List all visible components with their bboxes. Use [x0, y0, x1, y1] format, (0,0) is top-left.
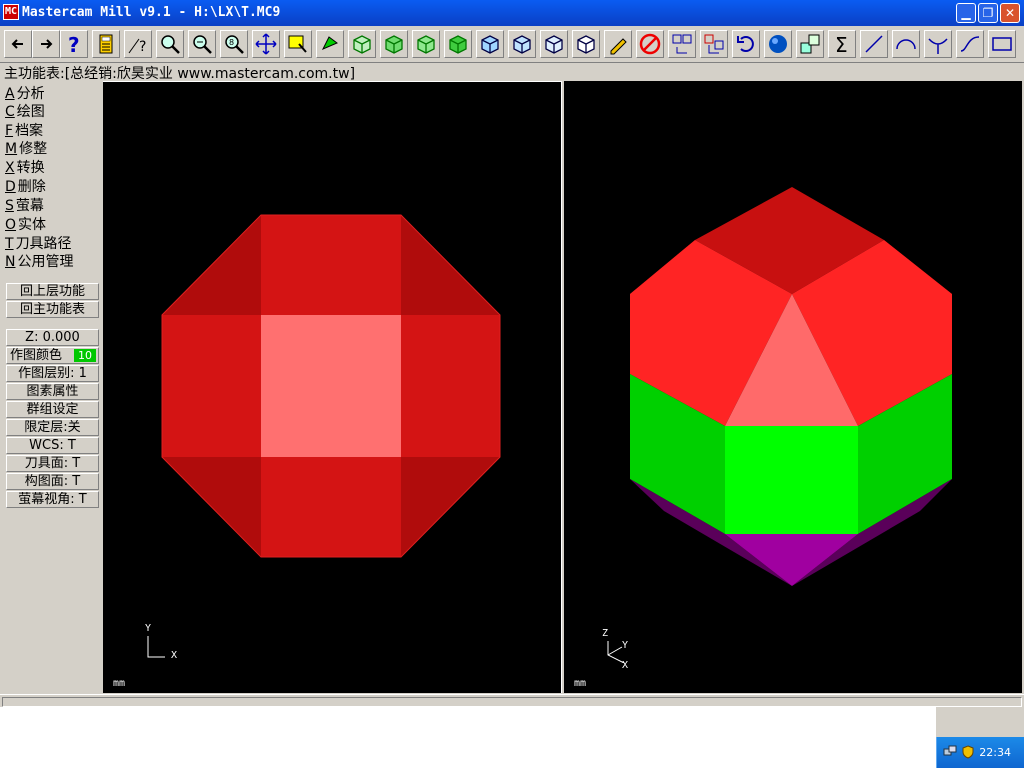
- menu-item-nc-utils[interactable]: N 公用管理: [5, 251, 73, 270]
- z-depth-button[interactable]: Z: 0.000: [6, 329, 99, 346]
- main-menu-panel: A 分析 C 绘图 F 档案 M 修整 X 转换 D 删除 S 萤幕 O 实体 T 刀具路径 N公…: [0, 81, 104, 693]
- zoom-fit-icon[interactable]: 8: [220, 30, 248, 58]
- sigma-icon[interactable]: Σ: [828, 30, 856, 58]
- axis-x-label: X: [622, 660, 629, 671]
- cube-4-icon[interactable]: [572, 30, 600, 58]
- back-main-button[interactable]: 回主功能表: [6, 301, 99, 318]
- view-side-icon[interactable]: [412, 30, 440, 58]
- security-shield-icon[interactable]: [961, 745, 975, 759]
- arc-icon[interactable]: [892, 30, 920, 58]
- menu-item-delete[interactable]: D 删除: [5, 176, 46, 195]
- svg-text:Σ: Σ: [835, 33, 848, 57]
- cube-2-icon[interactable]: [508, 30, 536, 58]
- system-tray: 22:34: [936, 737, 1024, 768]
- menu-item-xform[interactable]: X 转换: [5, 157, 45, 176]
- title-bar: MC Mastercam Mill v9.1 - H:\LX\T.MC9 ▁ ❐…: [0, 0, 1024, 26]
- rotate-icon[interactable]: [316, 30, 344, 58]
- view-top-icon[interactable]: [348, 30, 376, 58]
- construct-plane-button[interactable]: 构图面: T: [6, 473, 99, 490]
- menu-item-modify[interactable]: M 修整: [5, 138, 47, 157]
- clock[interactable]: 22:34: [979, 746, 1011, 759]
- wcs-button[interactable]: WCS: T: [6, 437, 99, 454]
- select-window-icon[interactable]: [284, 30, 312, 58]
- blank-area: [0, 707, 936, 768]
- level-button[interactable]: 作图层别: 1: [6, 365, 99, 382]
- attributes-button[interactable]: 图素属性: [6, 383, 99, 400]
- view-iso-icon[interactable]: [444, 30, 472, 58]
- undo-icon[interactable]: [732, 30, 760, 58]
- zoom-out-icon[interactable]: [188, 30, 216, 58]
- menu-item-create[interactable]: C 绘图: [5, 101, 45, 120]
- color-button[interactable]: 作图颜色 10: [6, 347, 99, 364]
- arrow-right-icon[interactable]: [32, 30, 60, 58]
- spline-icon[interactable]: [956, 30, 984, 58]
- axis-y-label: Y: [145, 623, 152, 634]
- axis-gnomon-icon: [147, 636, 165, 658]
- svg-text:8: 8: [229, 38, 234, 47]
- help-icon[interactable]: ?: [60, 30, 88, 58]
- units-label: mm: [113, 678, 126, 689]
- tool-plane-button[interactable]: 刀具面: T: [6, 455, 99, 472]
- units-label: mm: [574, 678, 587, 689]
- viewport-top[interactable]: Y X mm: [103, 81, 564, 693]
- group-icon[interactable]: [796, 30, 824, 58]
- back-prev-button[interactable]: 回上层功能: [6, 283, 99, 300]
- viewport-iso[interactable]: Z Y X mm: [564, 81, 1022, 693]
- transform-icon[interactable]: [700, 30, 728, 58]
- app-icon: MC: [3, 4, 19, 20]
- window-title: Mastercam Mill v9.1 - H:\LX\T.MC9: [22, 5, 281, 20]
- cube-1-icon[interactable]: [476, 30, 504, 58]
- groups-button[interactable]: 群组设定: [6, 401, 99, 418]
- mask-button[interactable]: 限定层:关: [6, 419, 99, 436]
- color-swatch: 10: [74, 349, 96, 362]
- menu-item-screen[interactable]: S 萤幕: [5, 195, 44, 214]
- network-icon[interactable]: [943, 745, 957, 759]
- minimize-icon[interactable]: ▁: [956, 3, 976, 23]
- translate-icon[interactable]: [668, 30, 696, 58]
- restore-icon[interactable]: ❐: [978, 3, 998, 23]
- svg-text:?: ?: [139, 39, 146, 55]
- axis-z-label: Z: [602, 628, 609, 639]
- arrow-left-icon[interactable]: [4, 30, 32, 58]
- prompt-bar: [0, 694, 1024, 707]
- taskbar-spacer: [936, 707, 1024, 737]
- pan-icon[interactable]: [252, 30, 280, 58]
- pencil-icon[interactable]: [604, 30, 632, 58]
- cube-3-icon[interactable]: [540, 30, 568, 58]
- zoom-window-icon[interactable]: [156, 30, 184, 58]
- menu-item-solids[interactable]: O 实体: [5, 214, 46, 233]
- screen-view-button[interactable]: 萤幕视角: T: [6, 491, 99, 508]
- calculator-icon[interactable]: [92, 30, 120, 58]
- trim-icon[interactable]: [924, 30, 952, 58]
- svg-text:?: ?: [68, 33, 80, 57]
- top-view-geometry: [161, 214, 501, 558]
- analyze-question-icon[interactable]: ?: [124, 30, 152, 58]
- close-icon[interactable]: ✕: [1000, 3, 1020, 23]
- axis-x-label: X: [171, 650, 178, 661]
- menu-item-analyze[interactable]: A 分析: [5, 83, 45, 102]
- view-front-icon[interactable]: [380, 30, 408, 58]
- toolbar: ? ? 8 Σ: [0, 26, 1024, 63]
- menu-item-toolpaths[interactable]: T 刀具路径: [5, 233, 72, 252]
- iso-view-geometry: [630, 187, 952, 586]
- rectangle-icon[interactable]: [988, 30, 1016, 58]
- no-draw-icon[interactable]: [636, 30, 664, 58]
- sphere-icon[interactable]: [764, 30, 792, 58]
- menu-item-file[interactable]: F 档案: [5, 120, 43, 139]
- line-icon[interactable]: [860, 30, 888, 58]
- main-menu-title: 主功能表:[总经销:欣昊实业 www.mastercam.com.tw]: [4, 66, 356, 82]
